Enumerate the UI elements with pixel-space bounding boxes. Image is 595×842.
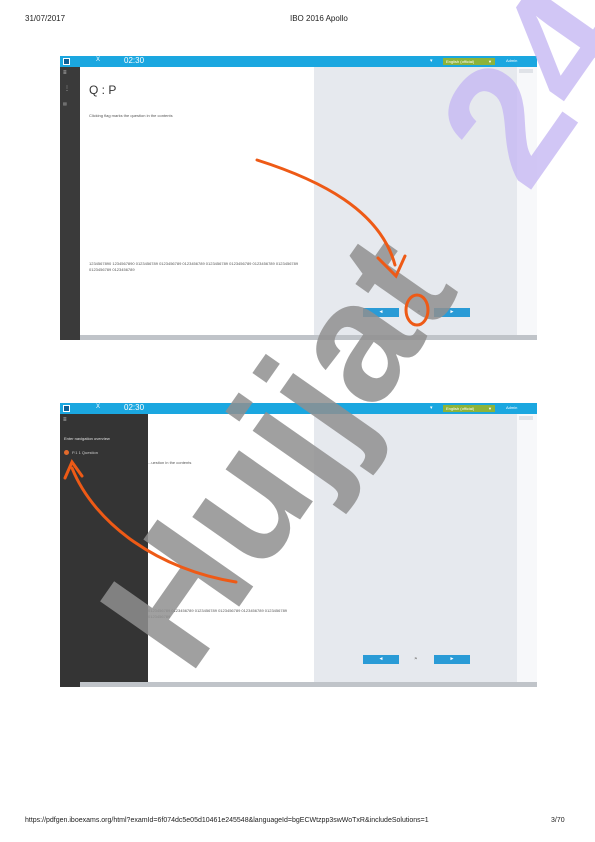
print-title: IBO 2016 Apollo — [290, 14, 348, 23]
question-text: Clicking flag marks the question in the … — [89, 113, 173, 118]
previous-button[interactable]: ◄ — [363, 308, 399, 317]
close-button[interactable]: X — [96, 404, 100, 410]
bottom-scrollbar[interactable] — [80, 682, 537, 687]
screenshot-1: X 02:30 ▾ English (official) ▼ Admin ≡ ⋮… — [60, 56, 537, 340]
question-title: Q : P — [89, 83, 117, 97]
right-strip-tag — [519, 416, 533, 420]
info-icon[interactable]: ▾ — [430, 405, 433, 411]
menu-icon[interactable]: ≡ — [63, 417, 67, 423]
bottom-scrollbar[interactable] — [80, 335, 537, 340]
language-select-label: English (official) — [446, 59, 475, 64]
answer-pane — [314, 67, 517, 335]
right-strip — [517, 67, 537, 335]
question-pane: Q : P Clicking flag marks the question i… — [80, 67, 314, 335]
language-select[interactable]: English (official) ▼ — [443, 58, 495, 65]
navigation-panel: ≡ Enter navigation overview P.1 1 Questi… — [60, 414, 148, 687]
nav-item-question[interactable]: P.1 1 Question — [72, 450, 98, 455]
close-button[interactable]: X — [96, 57, 100, 63]
question-text: ...uestion in the contents — [148, 460, 192, 465]
answer-pane — [314, 414, 517, 682]
language-select-label: English (official) — [446, 406, 475, 411]
menu-icon[interactable]: ≡ — [63, 70, 67, 76]
exam-topbar: X 02:30 ▾ English (official) ▼ Admin — [60, 56, 537, 67]
user-menu[interactable]: Admin — [506, 58, 517, 63]
page-number: 3/70 — [551, 817, 565, 824]
info-icon[interactable]: ▾ — [430, 58, 433, 64]
timer: 02:30 — [124, 403, 145, 412]
app-logo-icon[interactable] — [63, 405, 70, 412]
right-strip — [517, 414, 537, 682]
previous-button[interactable]: ◄ — [363, 655, 399, 664]
chevron-down-icon: ▼ — [488, 406, 492, 411]
exam-topbar: X 02:30 ▾ English (official) ▼ Admin — [60, 403, 537, 414]
language-select[interactable]: English (official) ▼ — [443, 405, 495, 412]
user-menu[interactable]: Admin — [506, 405, 517, 410]
flag-icon[interactable]: ⚑ — [414, 656, 418, 661]
sidebar: ≡ ⋮ ▤ — [60, 67, 80, 340]
next-button[interactable]: ► — [434, 655, 470, 664]
question-digits: 1234567890 1234567890 0123456789 0123456… — [89, 261, 299, 272]
right-strip-tag — [519, 69, 533, 73]
next-button[interactable]: ► — [434, 308, 470, 317]
status-dot-icon — [64, 450, 69, 455]
print-date: 31/07/2017 — [25, 14, 66, 23]
info-icon[interactable]: ⋮ — [64, 85, 70, 92]
sidebar-label-icon[interactable]: ▤ — [63, 101, 67, 106]
question-pane: ...uestion in the contents 0123456789 01… — [148, 414, 314, 682]
app-logo-icon[interactable] — [63, 58, 70, 65]
screenshot-2: X 02:30 ▾ English (official) ▼ Admin ≡ E… — [60, 403, 537, 687]
panel-title: Enter navigation overview — [64, 436, 110, 441]
chevron-down-icon: ▼ — [488, 59, 492, 64]
footer-url: https://pdfgen.iboexams.org/html?examId=… — [25, 817, 429, 824]
question-digits: 0123456789 0123456789 0123456789 0123456… — [148, 608, 288, 619]
timer: 02:30 — [124, 56, 145, 65]
flag-icon[interactable]: ⚑ — [417, 309, 421, 314]
